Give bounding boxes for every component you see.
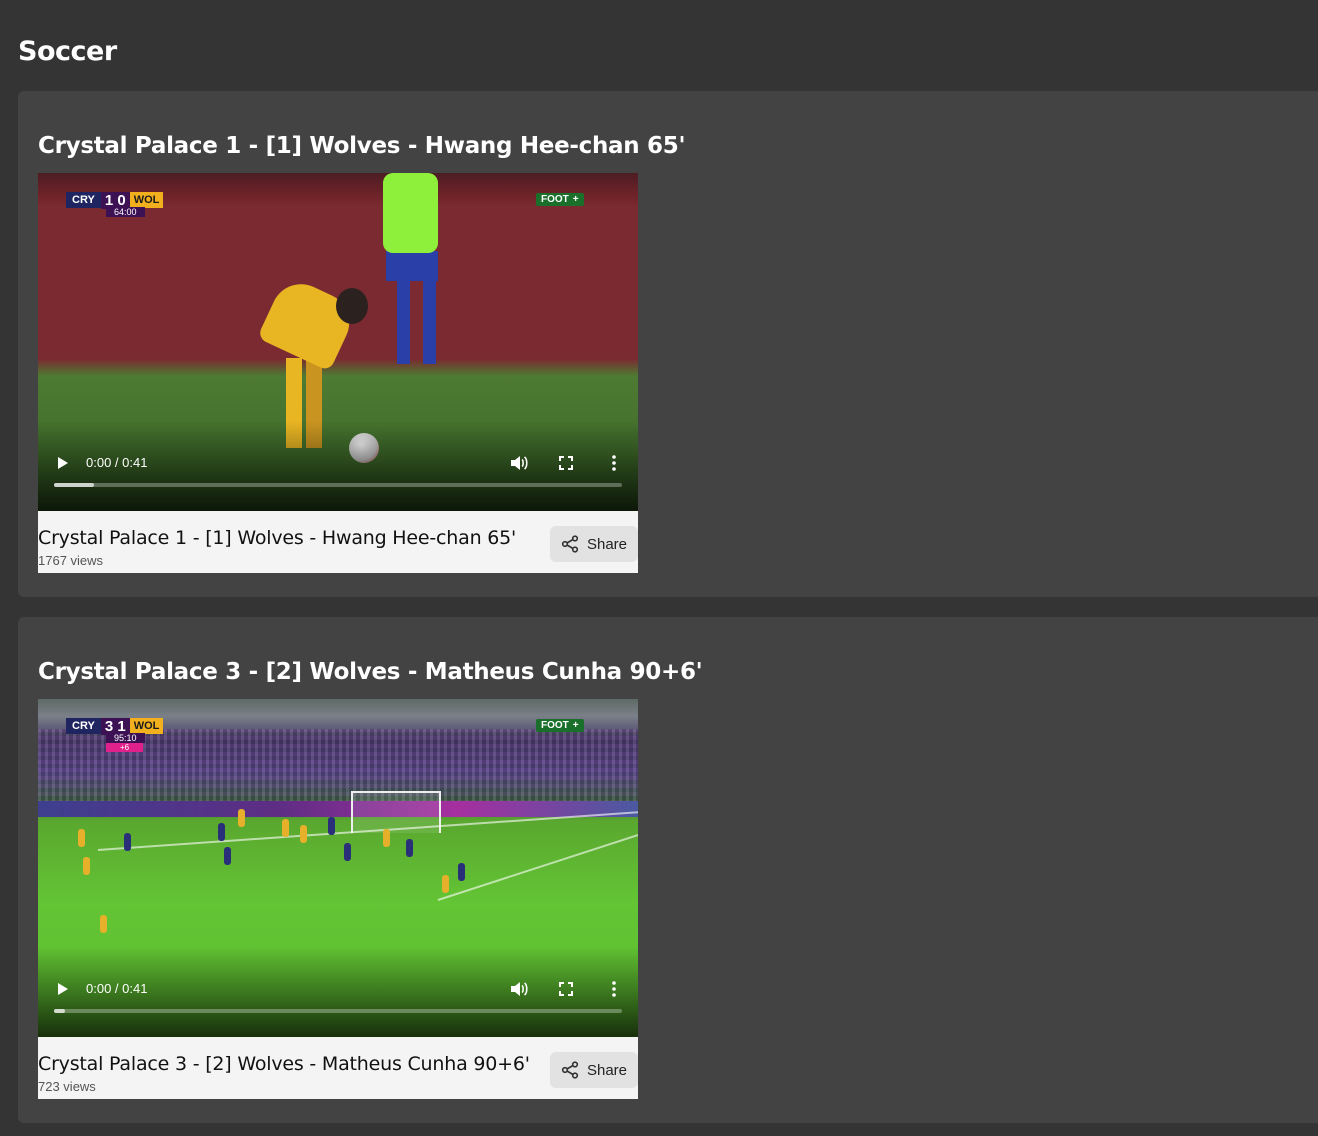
play-icon[interactable] xyxy=(58,983,68,995)
video-card: Crystal Palace 1 - [1] Wolves - Hwang He… xyxy=(18,91,1318,597)
view-count: 723 views xyxy=(38,1079,96,1094)
share-label: Share xyxy=(586,535,628,553)
share-button[interactable]: Share xyxy=(550,526,638,562)
video-progress-bar[interactable] xyxy=(54,483,622,487)
video-controls: 0:00 / 0:41 xyxy=(38,947,638,1037)
volume-icon[interactable] xyxy=(510,455,528,471)
scorebug-clock: 95:10 xyxy=(106,733,145,743)
video-card: Crystal Palace 3 - [2] Wolves - Matheus … xyxy=(18,617,1318,1123)
broadcaster-plus: + xyxy=(572,720,579,731)
fullscreen-icon[interactable] xyxy=(559,456,573,470)
broadcaster-name: FOOT xyxy=(541,194,569,205)
video-player[interactable]: CRY 3 1 WOL 95:10 +6 FOOT + 0:00 / 0:41 xyxy=(38,699,638,1037)
share-icon xyxy=(561,535,579,553)
view-count: 1767 views xyxy=(38,553,104,568)
scorebug-home: CRY xyxy=(66,192,101,208)
scorebug-away: WOL xyxy=(129,192,164,208)
share-button[interactable]: Share xyxy=(550,1052,638,1088)
video-progress-fill xyxy=(54,1009,66,1013)
more-vertical-icon[interactable] xyxy=(608,454,620,472)
video-heading: Crystal Palace 1 - [1] Wolves - Hwang He… xyxy=(38,133,686,159)
scorebug-added-time: +6 xyxy=(106,743,144,752)
video-controls: 0:00 / 0:41 xyxy=(38,421,638,511)
video-heading: Crystal Palace 3 - [2] Wolves - Matheus … xyxy=(38,659,703,685)
video-player[interactable]: CRY 1 0 WOL 64:00 FOOT + 0:00 / 0:41 xyxy=(38,173,638,511)
broadcaster-logo: FOOT + xyxy=(536,193,584,206)
share-icon xyxy=(561,1061,579,1079)
page-title: Soccer xyxy=(18,36,117,67)
scorebug-home: CRY xyxy=(66,718,101,734)
scorebug-score: 3 1 xyxy=(100,717,130,735)
video-info-bar: Crystal Palace 1 - [1] Wolves - Hwang He… xyxy=(38,511,638,573)
volume-icon[interactable] xyxy=(510,981,528,997)
more-vertical-icon[interactable] xyxy=(608,980,620,998)
video-info-bar: Crystal Palace 3 - [2] Wolves - Matheus … xyxy=(38,1037,638,1099)
video-caption: Crystal Palace 1 - [1] Wolves - Hwang He… xyxy=(38,527,517,549)
video-time: 0:00 / 0:41 xyxy=(86,455,148,470)
video-progress-bar[interactable] xyxy=(54,1009,622,1013)
scorebug-score: 1 0 xyxy=(100,191,130,209)
scorebug-clock: 64:00 xyxy=(106,207,145,217)
broadcaster-logo: FOOT + xyxy=(536,719,584,732)
broadcaster-name: FOOT xyxy=(541,720,569,731)
video-caption: Crystal Palace 3 - [2] Wolves - Matheus … xyxy=(38,1053,530,1075)
fullscreen-icon[interactable] xyxy=(559,982,573,996)
player-figure xyxy=(383,173,453,373)
play-icon[interactable] xyxy=(58,457,68,469)
scorebug-away: WOL xyxy=(129,718,164,734)
video-progress-fill xyxy=(54,483,94,487)
broadcaster-plus: + xyxy=(572,194,579,205)
video-time: 0:00 / 0:41 xyxy=(86,981,148,996)
share-label: Share xyxy=(586,1061,628,1079)
